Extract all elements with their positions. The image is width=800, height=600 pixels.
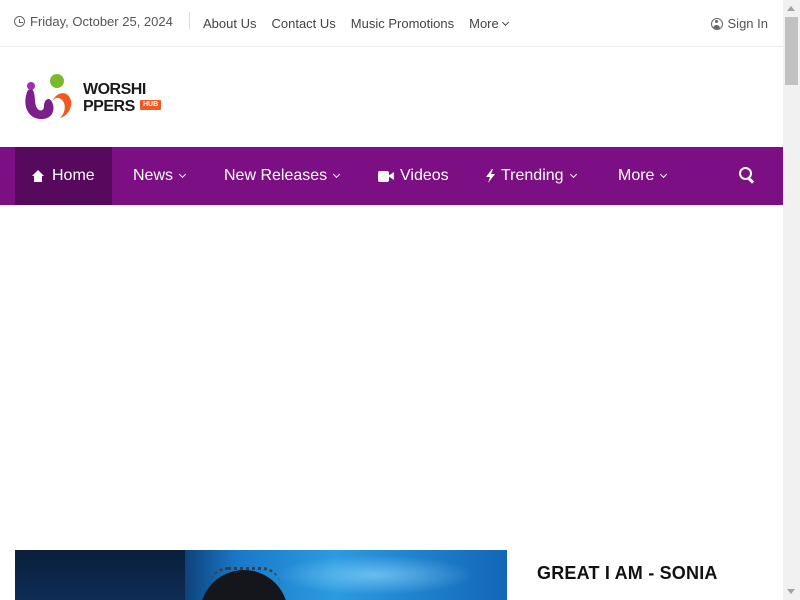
- search-icon[interactable]: [739, 167, 755, 183]
- nav-trending-label: Trending: [501, 167, 564, 184]
- featured-post-image[interactable]: [15, 550, 507, 600]
- scrollbar-thumb[interactable]: [785, 17, 798, 85]
- scroll-down-arrow-icon[interactable]: [787, 589, 795, 594]
- clock-icon: [14, 16, 25, 27]
- bolt-icon: [486, 169, 495, 183]
- top-link-more-label: More: [469, 16, 499, 31]
- logo-text-line1: WORSHI: [83, 81, 146, 98]
- scroll-up-arrow-icon[interactable]: [787, 6, 795, 11]
- nav-home-label: Home: [52, 167, 95, 184]
- video-camera-icon: [378, 170, 394, 182]
- chevron-down-icon: [569, 170, 577, 178]
- nav-videos[interactable]: Videos: [378, 147, 449, 205]
- stage-light: [275, 555, 475, 595]
- chevron-down-icon: [333, 170, 341, 178]
- nav-trending[interactable]: Trending: [486, 147, 577, 205]
- nav-home[interactable]: Home: [15, 147, 112, 205]
- logo-text: WORSHI PPERS: [83, 81, 146, 115]
- nav-new-releases-label: New Releases: [224, 167, 328, 184]
- nav-videos-label: Videos: [400, 167, 449, 184]
- nav-news-label: News: [133, 167, 174, 184]
- sign-in-label: Sign In: [727, 16, 768, 31]
- top-link-more[interactable]: More: [469, 16, 509, 31]
- page-scrollbar[interactable]: [783, 0, 800, 600]
- nav-new-releases[interactable]: New Releases: [224, 147, 341, 205]
- site-logo[interactable]: WORSHI PPERS HUB: [22, 72, 167, 122]
- nav-news[interactable]: News: [133, 147, 187, 205]
- top-links: About Us Contact Us Music Promotions Mor…: [203, 16, 509, 31]
- featured-post-title[interactable]: GREAT I AM - SONIA: [537, 559, 767, 587]
- main-navigation: Home News New Releases Videos Trending M…: [0, 147, 783, 205]
- top-link-music-promotions[interactable]: Music Promotions: [351, 16, 454, 31]
- logo-hub-badge: HUB: [140, 100, 162, 110]
- logo-text-line2: PPERS: [83, 98, 135, 115]
- logo-mark-icon: [25, 74, 72, 120]
- chevron-down-icon: [178, 170, 187, 178]
- performer-hair: [210, 567, 280, 585]
- nav-more-label: More: [618, 167, 655, 184]
- image-shadow-region: [15, 550, 185, 600]
- sign-in-link[interactable]: Sign In: [710, 16, 768, 31]
- advertisement-area: [0, 205, 783, 550]
- date-text: Friday, October 25, 2024: [30, 14, 173, 29]
- top-link-contact-us[interactable]: Contact Us: [271, 16, 335, 31]
- chevron-down-icon: [660, 170, 668, 178]
- top-link-about-us[interactable]: About Us: [203, 16, 256, 31]
- home-icon: [31, 170, 45, 182]
- nav-more[interactable]: More: [618, 147, 668, 205]
- current-date: Friday, October 25, 2024: [14, 14, 173, 29]
- top-divider: [189, 12, 190, 29]
- user-icon: [710, 17, 723, 30]
- top-bar: Friday, October 25, 2024 About Us Contac…: [0, 0, 783, 47]
- chevron-down-icon: [501, 18, 509, 27]
